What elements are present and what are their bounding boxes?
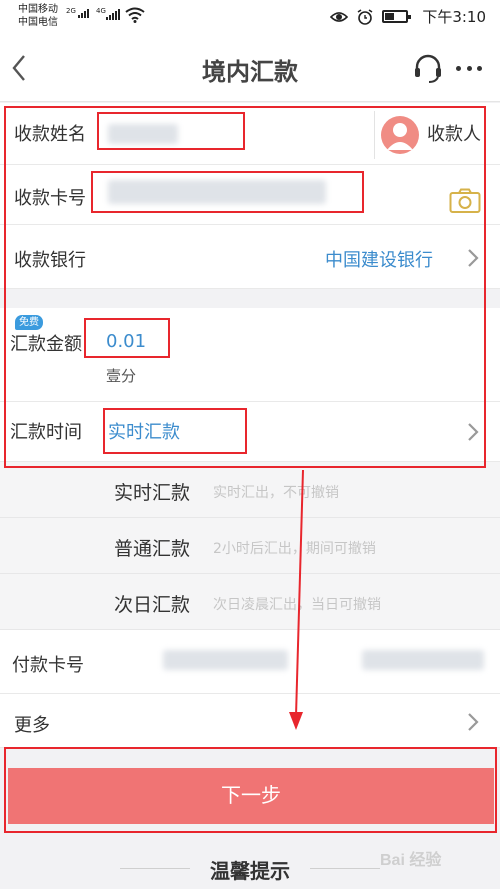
more-icon[interactable] [453, 56, 485, 80]
option-name: 实时汇款 [114, 482, 191, 504]
carrier-1: 中国移动 [18, 4, 58, 15]
watermark: Bai 经验 [380, 852, 442, 869]
more-label: 更多 [14, 715, 50, 736]
signal-icon [78, 9, 89, 18]
payer-card-row[interactable]: 付款卡号 [0, 630, 500, 694]
annotation-box-card [91, 171, 364, 213]
transfer-type-options: 实时汇款 实时汇出，不可撤销 普通汇款 2小时后汇出，期间可撤销 次日汇款 次日… [0, 462, 500, 630]
option-normal[interactable]: 普通汇款 2小时后汇出，期间可撤销 [0, 518, 500, 574]
status-bar: 中国移动 中国电信 2G 4G 下午3:10 [0, 0, 500, 34]
option-next-day[interactable]: 次日汇款 次日凌晨汇出，当日可撤销 [0, 574, 500, 630]
annotation-box-next [4, 747, 497, 833]
headset-icon[interactable] [412, 52, 444, 84]
wifi-icon [125, 7, 145, 23]
carrier-info: 中国移动 中国电信 [18, 3, 58, 29]
alarm-icon [357, 8, 373, 25]
divider [310, 868, 380, 869]
payer-card-number [163, 650, 288, 670]
signal-icon [106, 9, 120, 20]
payer-card-label: 付款卡号 [12, 655, 84, 676]
clock: 下午3:10 [422, 8, 486, 26]
battery-icon [382, 10, 412, 23]
option-name: 次日汇款 [114, 594, 191, 616]
option-desc: 2小时后汇出，期间可撤销 [213, 541, 376, 557]
more-row[interactable]: 更多 [0, 694, 500, 748]
eye-icon [330, 11, 349, 22]
option-desc: 次日凌晨汇出，当日可撤销 [213, 597, 381, 613]
option-desc: 实时汇出，不可撤销 [213, 485, 339, 501]
nav-bar: 境内汇款 [0, 34, 500, 102]
network-type-1: 2G [66, 7, 76, 15]
payer-balance [362, 650, 484, 670]
option-realtime[interactable]: 实时汇款 实时汇出，不可撤销 [0, 462, 500, 518]
annotation-box-name [97, 112, 245, 150]
network-type-2: 4G [96, 7, 106, 15]
option-name: 普通汇款 [114, 538, 191, 560]
annotation-box-time [103, 408, 247, 454]
annotation-box-amount [84, 318, 170, 358]
carrier-2: 中国电信 [18, 17, 58, 28]
chevron-right-icon[interactable] [466, 711, 480, 733]
